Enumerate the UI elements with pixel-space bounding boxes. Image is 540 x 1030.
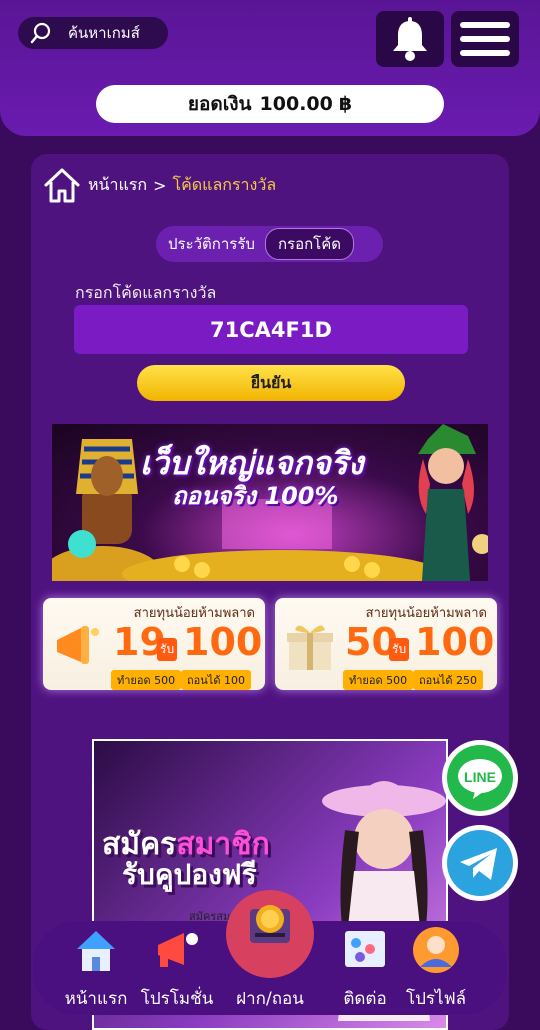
nav-label: ติดต่อ — [343, 989, 387, 1009]
promo-withdraw: ถอนได้ 250 — [413, 670, 483, 690]
redeem-code-input[interactable] — [74, 305, 468, 354]
confirm-button[interactable]: ยืนยัน — [137, 365, 405, 401]
telegram-button[interactable] — [442, 825, 518, 901]
search-label: ค้นหาเกมส์ — [68, 24, 140, 42]
telegram-icon — [447, 830, 513, 896]
menu-button[interactable] — [451, 11, 519, 67]
promo-banner-main[interactable]: เว็บใหญ่แจกจริง ถอนจริง 100% — [52, 424, 488, 581]
home-icon — [77, 931, 115, 971]
promo-get-label: รับ — [389, 638, 410, 661]
hamburger-icon — [460, 22, 510, 56]
profile-avatar-icon — [413, 927, 459, 973]
coin-wallet-icon — [250, 905, 290, 943]
balance-pill: ยอดเงิน 100.00 ฿ — [96, 85, 444, 123]
megaphone-icon — [158, 933, 198, 967]
promo-get-label: รับ — [157, 638, 178, 661]
gift-box-icon — [287, 625, 333, 670]
contact-board-icon — [345, 931, 385, 967]
search-button[interactable]: ค้นหาเกมส์ — [18, 17, 168, 49]
balance-value: 100.00 — [259, 93, 333, 115]
breadcrumb-current: โค้ดแลกรางวัล — [172, 174, 277, 194]
promo-turnover: ทำยอด 500 — [111, 670, 182, 690]
banner-title-2: ถอนจริง 100% — [172, 482, 339, 510]
tab-enter-code[interactable]: กรอกโค้ด — [264, 228, 355, 260]
line-chat-button[interactable]: LINE — [442, 740, 518, 816]
code-field-label: กรอกโค้ดแลกรางวัล — [75, 283, 217, 302]
promo-card-1[interactable]: สายทุนน้อยห้ามพลาด 19 รับ 100 ทำยอด 500 … — [43, 598, 265, 690]
notification-button[interactable] — [376, 11, 444, 67]
nav-label: ฝาก/ถอน — [236, 989, 304, 1009]
nav-label: โปรไฟล์ — [405, 989, 467, 1009]
balance-label: ยอดเงิน — [187, 93, 252, 115]
breadcrumb-home[interactable]: หน้าแรก — [88, 173, 147, 198]
code-tabs: ประวัติการรับ กรอกโค้ด — [156, 226, 383, 262]
nav-label: หน้าแรก — [64, 989, 128, 1009]
promo-bonus: 100 — [415, 620, 495, 664]
tab-history[interactable]: ประวัติการรับ — [168, 232, 255, 256]
line-icon: LINE — [447, 745, 513, 811]
bell-icon — [393, 17, 427, 61]
currency-symbol: ฿ — [338, 93, 353, 115]
top-header: ค้นหาเกมส์ ยอดเงิน 100.00 ฿ — [0, 0, 540, 136]
promo-turnover: ทำยอด 500 — [343, 670, 414, 690]
search-icon — [30, 22, 51, 44]
breadcrumb-separator: > — [153, 175, 167, 195]
promo-withdraw: ถอนได้ 100 — [181, 670, 251, 690]
megaphone-icon — [57, 626, 99, 664]
nav-label: โปรโมชั่น — [140, 989, 214, 1009]
home-icon[interactable] — [42, 165, 82, 205]
promo-card-2[interactable]: สายทุนน้อยห้ามพลาด 50 รับ 100 ทำยอด 500 … — [275, 598, 497, 690]
line-label: LINE — [464, 769, 496, 785]
breadcrumb: หน้าแรก > โค้ดแลกรางวัล — [42, 165, 276, 205]
signup-subtitle: รับคูปองฟรี — [122, 858, 257, 891]
promo-bonus: 100 — [183, 620, 263, 664]
girl-character-image — [418, 424, 488, 581]
